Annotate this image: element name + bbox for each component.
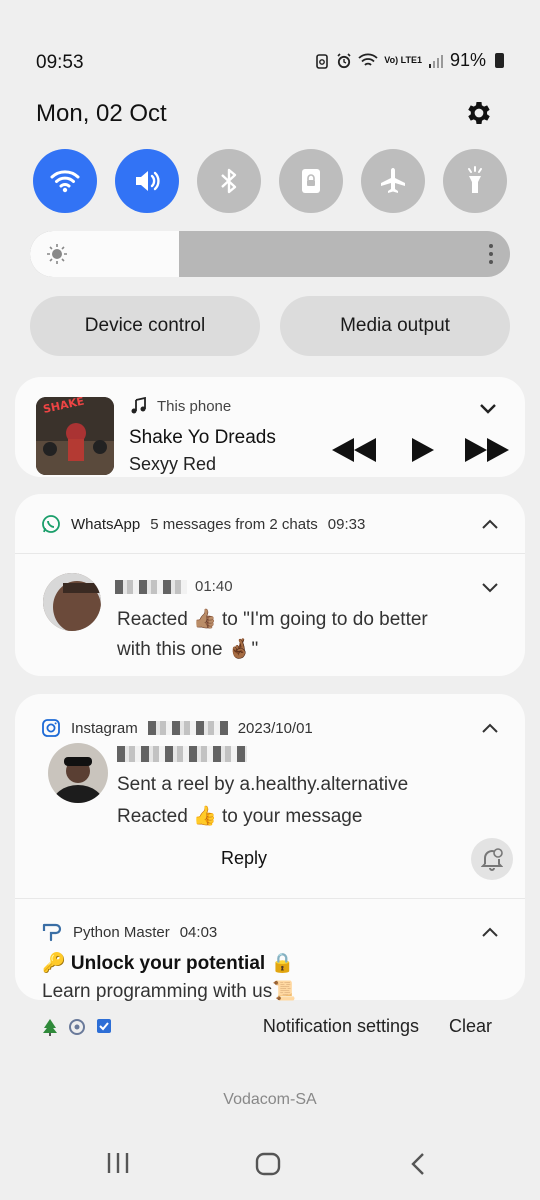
divider	[15, 898, 525, 899]
footer-actions: Notification settings Clear	[263, 1016, 492, 1037]
bluetooth-icon	[221, 168, 237, 194]
bluetooth-toggle[interactable]	[197, 149, 261, 213]
python-time: 04:03	[179, 923, 218, 941]
data-saver-icon	[316, 53, 329, 69]
status-bar: 09:53 Vo) LTE1 91%	[0, 0, 540, 110]
wifi-icon	[50, 170, 80, 193]
python-body: Learn programming with us📜	[42, 981, 296, 1002]
next-track-icon[interactable]	[465, 435, 511, 465]
media-artist: Sexyy Red	[129, 454, 217, 474]
media-player-card[interactable]: SHAKE This phone Shake Yo Dreads Sexyy R…	[15, 377, 525, 477]
instagram-avatar	[48, 743, 108, 803]
instagram-app-name: Instagram	[71, 719, 138, 737]
whatsapp-notification[interactable]: WhatsApp 5 messages from 2 chats 09:33 0…	[15, 494, 525, 676]
device-control-button[interactable]: Device control	[30, 296, 260, 356]
message-meta: 01:40	[115, 578, 233, 595]
sound-toggle[interactable]	[115, 149, 179, 213]
bell-snooze-icon	[481, 848, 503, 871]
notification-settings-button[interactable]: Notification settings	[263, 1016, 419, 1037]
volte-icon: Vo) LTE1	[384, 55, 422, 65]
media-output-button[interactable]: Media output	[280, 296, 510, 356]
speaker-icon	[136, 171, 160, 191]
chevron-up-icon[interactable]	[481, 926, 499, 938]
carrier-label: Vodacom-SA	[223, 1091, 317, 1108]
home-icon[interactable]	[255, 1152, 281, 1176]
media-source-label: This phone	[157, 397, 232, 415]
album-art: SHAKE	[36, 397, 114, 475]
whatsapp-header: WhatsApp 5 messages from 2 chats 09:33	[41, 514, 365, 534]
instagram-sender	[117, 746, 247, 762]
reply-button[interactable]: Reply	[221, 848, 267, 869]
rotation-lock-toggle[interactable]	[279, 149, 343, 213]
clear-button[interactable]: Clear	[449, 1016, 492, 1037]
date-label: Mon, 02 Oct	[36, 100, 167, 127]
redacted-account	[147, 721, 228, 735]
flashlight-toggle[interactable]	[443, 149, 507, 213]
whatsapp-icon	[42, 515, 60, 533]
wifi-status-icon	[358, 53, 378, 66]
flashlight-icon	[468, 166, 482, 193]
battery-percent: 91%	[449, 50, 486, 70]
message-line-2: with this one 🤞🏾"	[117, 639, 259, 660]
media-source: This phone	[131, 397, 231, 415]
chevron-down-icon[interactable]	[481, 582, 499, 594]
previous-track-icon[interactable]	[330, 435, 376, 465]
contact-avatar	[43, 573, 101, 631]
back-icon[interactable]	[410, 1152, 426, 1176]
alarm-icon	[337, 52, 351, 68]
instagram-line-2: Reacted 👍 to your message	[117, 806, 363, 827]
instagram-date: 2023/10/01	[237, 719, 313, 737]
redacted-sender-name	[117, 746, 247, 762]
more-options-icon[interactable]	[488, 243, 494, 265]
message-line-1: Reacted 👍🏽 to "I'm going to do better	[117, 609, 428, 630]
message-time: 01:40	[195, 578, 233, 595]
brightness-sun-icon	[47, 244, 67, 264]
status-icons: Vo) LTE1 91%	[314, 50, 504, 71]
instagram-header: Instagram 2023/10/01	[41, 718, 313, 738]
instagram-line-1: Sent a reel by a.healthy.alternative	[117, 774, 409, 795]
quick-toggles	[33, 149, 507, 213]
status-time: 09:53	[36, 52, 84, 73]
snooze-button[interactable]	[471, 838, 513, 880]
whatsapp-app-name: WhatsApp	[71, 515, 141, 533]
python-master-icon	[42, 923, 62, 942]
tree-app-icon	[43, 1019, 57, 1036]
chevron-down-icon[interactable]	[479, 403, 497, 415]
navigation-bar	[0, 1146, 540, 1186]
python-app-name: Python Master	[73, 923, 170, 941]
airplane-icon	[381, 168, 405, 193]
sync-app-icon	[69, 1019, 85, 1035]
whatsapp-time: 09:33	[327, 515, 366, 533]
brightness-slider[interactable]	[30, 231, 510, 277]
play-icon[interactable]	[410, 435, 438, 465]
control-pills: Device control Media output	[30, 296, 510, 356]
python-title: 🔑 Unlock your potential 🔒	[42, 953, 295, 974]
footer-app-icons	[42, 1018, 112, 1036]
media-title: Shake Yo Dreads	[129, 427, 276, 448]
rotation-lock-icon	[302, 169, 320, 193]
signal-icon	[428, 54, 443, 68]
python-header: Python Master 04:03	[41, 922, 217, 942]
settings-gear-icon[interactable]	[464, 98, 494, 128]
instagram-icon	[42, 719, 60, 737]
recent-apps-icon[interactable]	[106, 1152, 130, 1174]
redacted-contact-name	[115, 579, 187, 594]
checkbox-app-icon	[97, 1019, 111, 1033]
chevron-up-icon[interactable]	[481, 722, 499, 734]
whatsapp-summary: 5 messages from 2 chats	[150, 515, 318, 533]
battery-icon	[495, 53, 504, 68]
divider	[15, 553, 525, 554]
wifi-toggle[interactable]	[33, 149, 97, 213]
airplane-toggle[interactable]	[361, 149, 425, 213]
music-note-icon	[131, 397, 146, 414]
instagram-notification[interactable]: Instagram 2023/10/01 Sent a reel by a.he…	[15, 694, 525, 1002]
chevron-up-icon[interactable]	[481, 518, 499, 530]
